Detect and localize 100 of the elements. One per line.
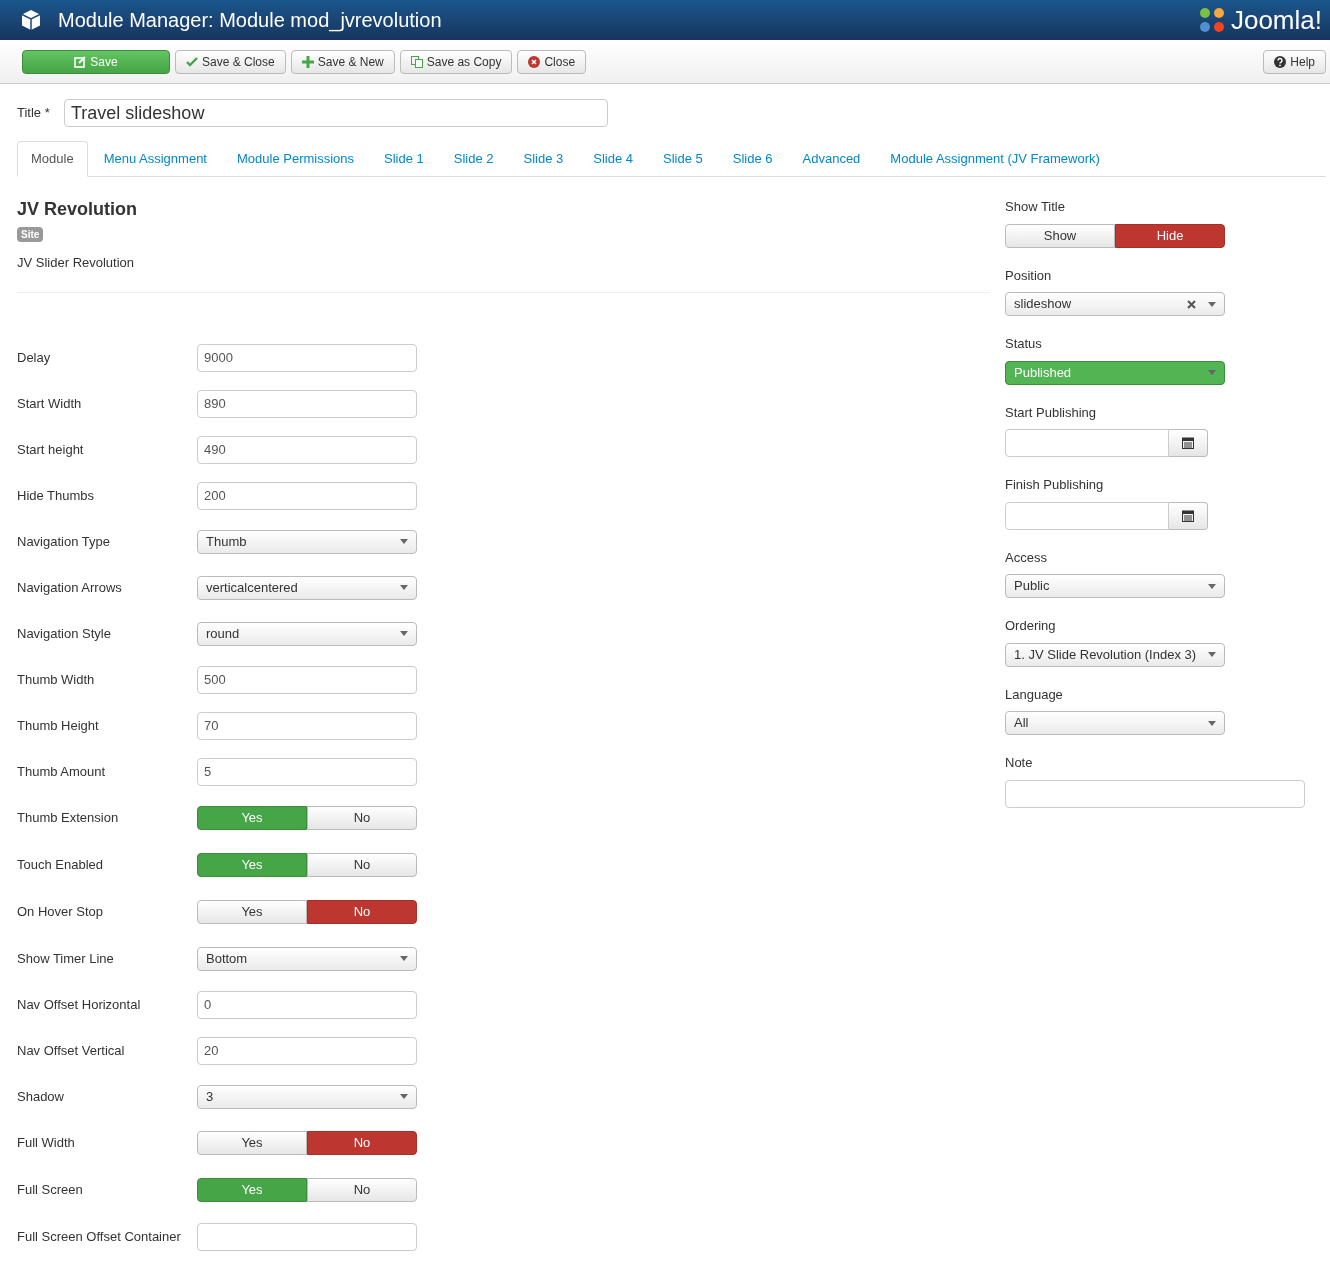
toggle-option[interactable]: No: [307, 1131, 417, 1155]
field-label: Navigation Style: [17, 624, 112, 643]
field-label: Ordering: [1005, 617, 1057, 635]
page-title: Module Manager: Module mod_jvrevolution: [58, 8, 442, 34]
caret-icon: [1208, 720, 1216, 726]
select-field[interactable]: Bottom: [197, 946, 417, 971]
toggle-option[interactable]: No: [307, 853, 417, 877]
field-label: Thumb Amount: [17, 762, 107, 781]
tab[interactable]: Module Assignment (JV Framework): [876, 141, 1114, 177]
toggle-option[interactable]: Hide: [1115, 223, 1225, 248]
field-label: Position: [1005, 266, 1053, 285]
field-label: Access: [1005, 548, 1048, 567]
caret-icon: [1208, 301, 1216, 307]
field-label: Nav Offset Vertical: [17, 1041, 126, 1060]
field-label: Start Width: [17, 394, 83, 413]
select-field[interactable]: All: [1005, 711, 1225, 735]
input-field[interactable]: 890: [197, 389, 417, 418]
caret-icon: [1208, 583, 1216, 589]
field-label: Navigation Arrows: [17, 578, 123, 597]
field-label: Status: [1005, 335, 1043, 353]
field-label: Show Timer Line: [17, 949, 115, 968]
toolbar-button[interactable]: Save & New: [290, 49, 395, 74]
date-field[interactable]: [1005, 501, 1169, 530]
tab[interactable]: Slide 5: [649, 141, 717, 177]
toggle-option[interactable]: Show: [1005, 223, 1115, 248]
tab[interactable]: Advanced: [788, 141, 875, 177]
select-field[interactable]: round: [197, 621, 417, 646]
toolbar-button[interactable]: Save & Close: [175, 49, 286, 74]
select-field[interactable]: 3: [197, 1084, 417, 1109]
cube-icon: [20, 9, 42, 31]
field-label: Show Title: [1005, 198, 1066, 216]
input-field[interactable]: 0: [197, 990, 417, 1019]
tab[interactable]: Slide 4: [579, 141, 648, 177]
module-description: JV Slider Revolution: [17, 254, 136, 272]
input-field[interactable]: 500: [197, 665, 417, 694]
toggle-option[interactable]: No: [307, 806, 417, 830]
input-field[interactable]: 200: [197, 481, 417, 510]
toolbar-button[interactable]: Save as Copy: [399, 49, 513, 74]
field-label: Start Publishing: [1005, 403, 1098, 422]
help-icon: [1274, 55, 1287, 68]
input-field[interactable]: 5: [197, 757, 417, 786]
input-field[interactable]: [1005, 779, 1305, 808]
date-field[interactable]: [1005, 429, 1169, 457]
toggle-option[interactable]: Yes: [197, 900, 307, 924]
caret-icon: [400, 1094, 408, 1099]
caret-icon: [1208, 652, 1216, 657]
input-field[interactable]: [197, 1222, 417, 1251]
field-label: On Hover Stop: [17, 903, 104, 922]
input-field[interactable]: 20: [197, 1036, 417, 1065]
calendar-button[interactable]: [1169, 429, 1208, 457]
input-field[interactable]: 70: [197, 711, 417, 740]
tab[interactable]: Slide 1: [370, 141, 438, 177]
field-label: Nav Offset Horizontal: [17, 995, 142, 1014]
tab[interactable]: Module Permissions: [223, 141, 369, 177]
toggle-option[interactable]: No: [307, 900, 417, 924]
help-button[interactable]: Help: [1263, 49, 1326, 74]
field-label: Note: [1005, 754, 1034, 772]
field-label: Navigation Type: [17, 532, 111, 551]
plus-icon: [301, 55, 314, 68]
field-label: Touch Enabled: [17, 856, 104, 875]
field-label: Full Width: [17, 1134, 76, 1153]
field-label: Language: [1005, 685, 1064, 704]
field-label: Start height: [17, 440, 85, 459]
caret-icon: [400, 539, 408, 544]
calendar-icon: [1182, 509, 1194, 522]
input-field[interactable]: 490: [197, 435, 417, 464]
select-field[interactable]: Public: [1005, 574, 1225, 598]
toolbar-button[interactable]: Close: [517, 49, 587, 74]
field-label: Full Screen Offset Container: [17, 1227, 182, 1246]
field-label: Thumb Height: [17, 716, 100, 735]
edit-icon: [74, 55, 87, 68]
input-field[interactable]: 9000: [197, 343, 417, 372]
field-label: Thumb Extension: [17, 809, 120, 828]
module-name: JV Revolution: [17, 198, 138, 221]
tab[interactable]: Slide 3: [509, 141, 578, 177]
tab[interactable]: Slide 2: [439, 141, 508, 177]
select-field[interactable]: 1. JV Slide Revolution (Index 3): [1005, 642, 1225, 667]
logo-text: Joomla!: [1230, 7, 1322, 33]
calendar-button[interactable]: [1169, 501, 1208, 530]
field-label: Finish Publishing: [1005, 476, 1105, 494]
select-field[interactable]: verticalcentered: [197, 575, 417, 600]
tab[interactable]: Menu Assignment: [89, 141, 221, 177]
caret-icon: [1208, 370, 1216, 375]
caret-icon: [400, 631, 408, 636]
toggle-option[interactable]: Yes: [197, 1131, 307, 1155]
check-icon: [186, 55, 198, 68]
clear-icon[interactable]: [1187, 299, 1196, 309]
field-label: Thumb Width: [17, 670, 96, 689]
copy-icon: [410, 55, 423, 68]
field-label: Hide Thumbs: [17, 486, 96, 505]
title-input[interactable]: Travel slideshow: [64, 99, 608, 127]
caret-icon: [400, 585, 408, 590]
tab[interactable]: Module: [17, 141, 88, 177]
toggle-option[interactable]: No: [307, 1178, 417, 1202]
tab[interactable]: Slide 6: [718, 141, 787, 177]
field-label: Delay: [17, 348, 52, 367]
field-label: Full Screen: [17, 1181, 84, 1200]
select-field[interactable]: Thumb: [197, 529, 417, 554]
close-icon: [528, 55, 541, 68]
select-field[interactable]: slideshow: [1005, 292, 1225, 316]
